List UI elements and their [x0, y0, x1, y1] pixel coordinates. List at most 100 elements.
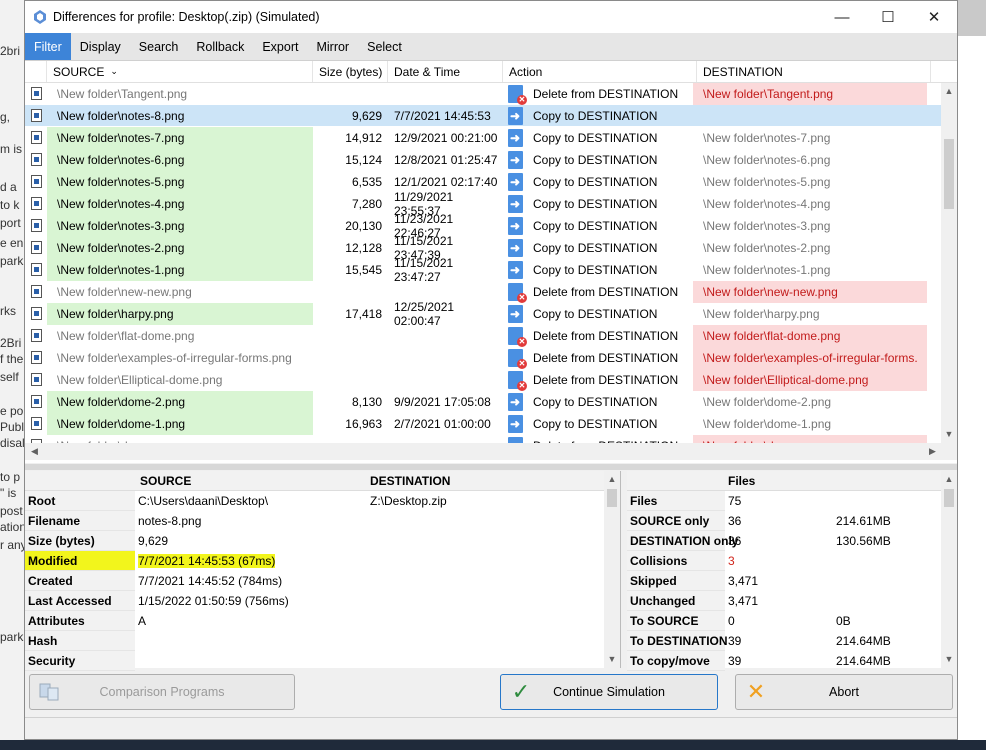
- copy-arrow-icon[interactable]: ➜: [503, 127, 529, 149]
- row-action[interactable]: Delete from DESTINATION: [529, 325, 693, 347]
- menu-select[interactable]: Select: [358, 33, 411, 60]
- row-date: 7/7/2021 14:45:53: [394, 108, 491, 123]
- panel-splitter[interactable]: [25, 464, 957, 470]
- scroll-down-arrow-icon[interactable]: ▼: [941, 651, 957, 668]
- row-action[interactable]: Delete from DESTINATION: [529, 347, 693, 369]
- scroll-thumb[interactable]: [607, 489, 617, 507]
- menu-rollback[interactable]: Rollback: [187, 33, 253, 60]
- copy-arrow-icon[interactable]: ➜: [503, 237, 529, 259]
- delete-action-icon[interactable]: ✕: [503, 325, 529, 347]
- copy-arrow-icon[interactable]: ➜: [503, 259, 529, 281]
- table-row[interactable]: \New folder\Tangent.png ✕ Delete from DEST…: [25, 83, 941, 105]
- row-action[interactable]: Copy to DESTINATION: [529, 303, 693, 325]
- property-destination-value: [367, 511, 599, 531]
- row-action[interactable]: Copy to DESTINATION: [529, 215, 693, 237]
- row-size: [313, 435, 388, 444]
- column-header-source[interactable]: SOURCE ⌄: [47, 61, 313, 82]
- column-header-size[interactable]: Size (bytes): [313, 61, 388, 82]
- abort-button[interactable]: ✕ Abort: [735, 674, 953, 710]
- row-action[interactable]: Copy to DESTINATION: [529, 127, 693, 149]
- scroll-up-arrow-icon[interactable]: ▲: [941, 471, 957, 488]
- grid-horizontal-scrollbar[interactable]: ◀ ▶: [25, 443, 957, 460]
- copy-arrow-icon[interactable]: ➜: [503, 303, 529, 325]
- delete-action-icon[interactable]: ✕: [503, 83, 529, 105]
- scroll-right-arrow-icon[interactable]: ▶: [929, 446, 936, 457]
- column-header-action[interactable]: Action: [503, 61, 697, 82]
- menu-display[interactable]: Display: [71, 33, 130, 60]
- copy-arrow-icon[interactable]: ➜: [503, 171, 529, 193]
- property-destination-value: [367, 611, 599, 631]
- scroll-left-arrow-icon[interactable]: ◀: [31, 446, 38, 457]
- row-destination-path: \New folder\notes-4.png: [703, 196, 831, 211]
- row-action[interactable]: Copy to DESTINATION: [529, 237, 693, 259]
- row-action[interactable]: Delete from DESTINATION: [529, 435, 693, 444]
- row-destination-path: \New folder\notes-6.png: [703, 152, 831, 167]
- menu-filter[interactable]: Filter: [25, 33, 71, 60]
- table-row[interactable]: \New folder\notes-8.png 9,629 7/7/2021 14:…: [25, 105, 941, 127]
- row-action[interactable]: Delete from DESTINATION: [529, 281, 693, 303]
- row-action[interactable]: Copy to DESTINATION: [529, 149, 693, 171]
- copy-arrow-icon[interactable]: ➜: [503, 215, 529, 237]
- close-button[interactable]: ✕: [911, 1, 957, 33]
- row-action[interactable]: Copy to DESTINATION: [529, 391, 693, 413]
- table-row[interactable]: \New folder\dome-1.png 16,963 2/7/2021 01:…: [25, 412, 941, 435]
- row-action[interactable]: Copy to DESTINATION: [529, 171, 693, 193]
- checkmark-icon: ✓: [511, 679, 531, 704]
- continue-simulation-button[interactable]: ✓ Continue Simulation: [500, 674, 718, 710]
- table-row[interactable]: \New folder\notes-1.png 15,545 11/15/2021 …: [25, 256, 941, 284]
- copy-arrow-icon[interactable]: ➜: [503, 193, 529, 215]
- scroll-thumb[interactable]: [944, 139, 954, 209]
- row-action[interactable]: Copy to DESTINATION: [529, 105, 693, 127]
- row-action[interactable]: Delete from DESTINATION: [529, 369, 693, 391]
- copy-arrow-icon[interactable]: ➜: [503, 413, 529, 435]
- row-action[interactable]: Copy to DESTINATION: [529, 193, 693, 215]
- row-source-path: \New folder\dome-2.png: [47, 390, 313, 413]
- row-destination-path: \New folder\harpy.png: [703, 306, 820, 321]
- row-destination-path: \New folder\dome-2.png: [703, 394, 832, 409]
- scroll-up-arrow-icon[interactable]: ▲: [941, 83, 957, 100]
- minimize-button[interactable]: —: [819, 1, 865, 33]
- property-label: Security: [25, 651, 135, 671]
- statistics-scrollbar[interactable]: ▲ ▼: [941, 471, 957, 668]
- copy-arrow-icon[interactable]: ➜: [503, 105, 529, 127]
- copy-arrow-icon[interactable]: ➜: [503, 149, 529, 171]
- statistic-label: DESTINATION only: [627, 531, 738, 551]
- scroll-thumb[interactable]: [944, 489, 954, 507]
- delete-action-icon[interactable]: ✕: [503, 369, 529, 391]
- row-source-path: \New folder\notes-2.png: [47, 236, 313, 259]
- row-action[interactable]: Copy to DESTINATION: [529, 413, 693, 435]
- menu-export[interactable]: Export: [253, 33, 307, 60]
- properties-header-destination: DESTINATION: [370, 473, 451, 488]
- copy-arrow-icon[interactable]: ➜: [503, 391, 529, 413]
- row-action[interactable]: Copy to DESTINATION: [529, 259, 693, 281]
- delete-action-icon[interactable]: ✕: [503, 281, 529, 303]
- table-row[interactable]: \New folder\Elliptical-dome.png ✕ Delete f…: [25, 368, 941, 391]
- scroll-down-arrow-icon[interactable]: ▼: [604, 651, 620, 668]
- menu-mirror[interactable]: Mirror: [307, 33, 358, 60]
- row-destination-path: \New folder\dome-1.png: [703, 416, 832, 431]
- row-source-path: \New folder\notes-7.png: [47, 126, 313, 149]
- file-icon: [25, 259, 47, 281]
- property-row: Attributes A: [25, 611, 620, 631]
- table-row[interactable]: \New folder\dome.png ✕Delete from DESTINA…: [25, 434, 941, 444]
- table-row[interactable]: \New folder\notes-6.png 15,124 12/8/2021 0…: [25, 148, 941, 171]
- scroll-down-arrow-icon[interactable]: ▼: [941, 426, 957, 443]
- table-row[interactable]: \New folder\examples-of-irregular-forms.…: [25, 346, 941, 369]
- grid-vertical-scrollbar[interactable]: ▲ ▼: [941, 83, 957, 443]
- statistic-row: To DESTINATION 39 214.64MB: [627, 631, 957, 651]
- column-header-destination[interactable]: DESTINATION: [697, 61, 931, 82]
- row-action[interactable]: Delete from DESTINATION: [529, 83, 693, 105]
- maximize-button[interactable]: ☐: [865, 1, 911, 33]
- menu-search[interactable]: Search: [130, 33, 188, 60]
- table-row[interactable]: \New folder\harpy.png 17,418 12/25/2021 02…: [25, 300, 941, 328]
- file-icon: [25, 83, 47, 105]
- column-header-date[interactable]: Date & Time: [388, 61, 503, 82]
- table-row[interactable]: \New folder\flat-dome.png ✕ Delete from DE…: [25, 324, 941, 347]
- scroll-up-arrow-icon[interactable]: ▲: [604, 471, 620, 488]
- table-row[interactable]: \New folder\dome-2.png 8,130 9/9/2021 17:0…: [25, 390, 941, 413]
- properties-scrollbar[interactable]: ▲ ▼: [604, 471, 620, 668]
- delete-action-icon[interactable]: ✕: [503, 347, 529, 369]
- table-row[interactable]: \New folder\notes-7.png 14,912 12/9/2021 0…: [25, 126, 941, 149]
- comparison-programs-button[interactable]: Comparison Programs: [29, 674, 295, 710]
- delete-action-icon[interactable]: ✕: [503, 435, 529, 443]
